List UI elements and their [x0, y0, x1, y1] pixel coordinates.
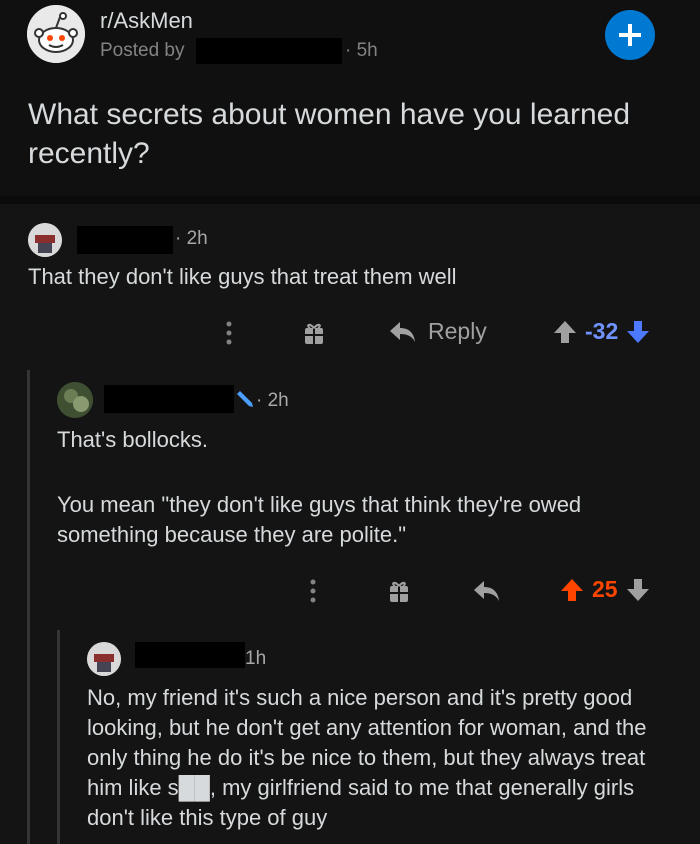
comment-paragraph: That's bollocks.	[57, 427, 208, 452]
comment-score: -32	[585, 318, 619, 344]
more-dots-icon	[226, 321, 232, 345]
vote-controls: 25	[560, 576, 650, 603]
user-avatar-icon	[57, 382, 93, 418]
subreddit-avatar[interactable]	[27, 5, 85, 63]
award-button[interactable]	[388, 578, 410, 610]
more-options-button[interactable]	[306, 576, 320, 612]
upvote-arrow-icon[interactable]	[560, 577, 584, 603]
reply-button[interactable]	[472, 578, 500, 610]
reddit-snoo-icon	[87, 642, 121, 676]
plus-icon	[619, 24, 641, 46]
gift-icon	[390, 581, 408, 602]
post-time: · 5h	[345, 40, 378, 61]
comment-time: · 2h	[256, 390, 289, 411]
redacted-username	[77, 226, 173, 254]
downvote-arrow-icon[interactable]	[626, 319, 650, 345]
posted-by-label: Posted by	[100, 40, 185, 61]
gift-icon	[305, 323, 323, 344]
join-button[interactable]	[605, 10, 655, 60]
pencil-icon	[237, 391, 253, 407]
vote-controls: -32	[553, 318, 650, 345]
subreddit-name[interactable]: r/AskMen	[100, 8, 193, 34]
reddit-snoo-icon	[27, 5, 85, 63]
reply-label: Reply	[428, 318, 487, 344]
redacted-username	[104, 385, 234, 413]
post-header: r/AskMen Posted by · 5h What secrets abo…	[0, 0, 700, 196]
thread-line[interactable]	[27, 370, 30, 844]
reply-arrow-icon	[390, 321, 415, 342]
comment-avatar[interactable]	[87, 642, 121, 676]
reply-arrow-icon	[474, 581, 499, 601]
more-dots-icon	[310, 579, 316, 603]
comment-time: · 2h	[175, 228, 208, 249]
comment-paragraph: You mean "they don't like guys that thin…	[57, 492, 582, 547]
section-divider	[0, 196, 700, 204]
award-button[interactable]	[303, 320, 325, 352]
thread-line[interactable]	[57, 630, 60, 844]
reply-button[interactable]: Reply	[388, 318, 487, 345]
upvote-arrow-icon[interactable]	[553, 319, 577, 345]
post-title: What secrets about women have you learne…	[28, 98, 631, 170]
redacted-username	[196, 38, 342, 64]
downvote-arrow-icon[interactable]	[626, 577, 650, 603]
comment-avatar[interactable]	[57, 382, 93, 418]
comment-text: No, my friend it's such a nice person an…	[87, 685, 647, 830]
more-options-button[interactable]	[222, 318, 236, 354]
comment-time: 1h	[245, 648, 267, 669]
comment-text: That they don't like guys that treat the…	[28, 264, 457, 289]
comment-score: 25	[592, 576, 618, 602]
reddit-snoo-icon	[28, 223, 62, 257]
comment-avatar[interactable]	[28, 223, 62, 257]
redacted-username	[135, 642, 245, 668]
